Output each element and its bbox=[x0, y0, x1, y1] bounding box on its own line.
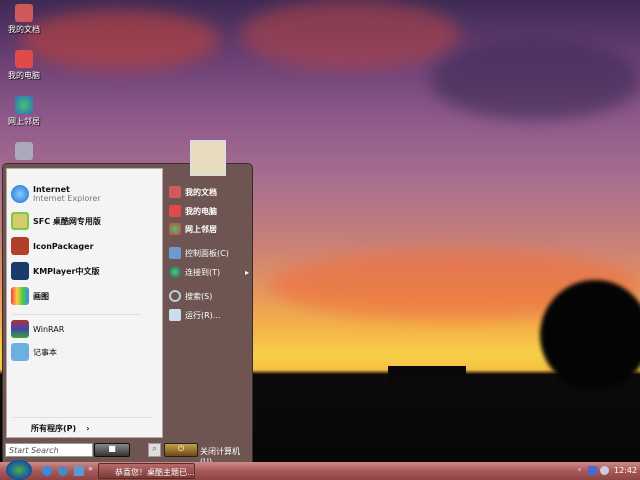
network-tray-icon[interactable] bbox=[588, 466, 597, 475]
label: 所有程序(P) bbox=[31, 424, 77, 433]
menu-item-iconpackager[interactable]: IconPackager bbox=[11, 237, 94, 255]
ie-icon bbox=[11, 185, 29, 203]
label: 画图 bbox=[33, 291, 49, 301]
label: 连接到(T) bbox=[185, 267, 221, 277]
quicklaunch-overflow-icon[interactable]: » bbox=[88, 464, 93, 473]
menu-item-internet[interactable]: Internet Internet Explorer bbox=[11, 185, 101, 203]
menu-item-winrar[interactable]: WinRAR bbox=[11, 320, 64, 338]
menu-right-network[interactable]: 网上邻居 bbox=[169, 223, 217, 235]
start-button[interactable] bbox=[6, 460, 32, 480]
taskbar-window-button[interactable]: 恭喜您！桌酷主题已... bbox=[98, 463, 195, 479]
start-menu: Internet Internet Explorer SFC 桌酷网专用版 Ico… bbox=[2, 163, 253, 466]
menu-right-search[interactable]: 搜索(S) bbox=[169, 290, 212, 302]
sfc-icon bbox=[11, 212, 29, 230]
start-search-input[interactable]: Start Search bbox=[5, 443, 93, 457]
iconpackager-icon bbox=[11, 237, 29, 255]
menu-right-run[interactable]: 运行(R)... bbox=[169, 309, 220, 321]
run-icon bbox=[169, 309, 181, 321]
user-avatar[interactable] bbox=[190, 140, 226, 176]
label: 搜索(S) bbox=[185, 291, 213, 301]
lock-button[interactable]: ■ bbox=[94, 443, 130, 457]
label: 我的电脑 bbox=[8, 71, 40, 80]
desktop-icon-network[interactable]: 网上邻居 bbox=[2, 96, 46, 127]
all-programs-button[interactable]: 所有程序(P) › bbox=[31, 423, 89, 434]
desktop-quicklaunch-icon[interactable] bbox=[74, 466, 84, 476]
sublabel: Internet Explorer bbox=[33, 194, 101, 203]
network-icon bbox=[15, 96, 33, 114]
clock[interactable]: 12:42 bbox=[614, 466, 637, 475]
search-icon bbox=[169, 290, 181, 302]
menu-right-my-computer[interactable]: 我的电脑 bbox=[169, 205, 217, 217]
divider bbox=[13, 417, 153, 418]
label: 网上邻居 bbox=[185, 224, 217, 234]
label: Internet bbox=[33, 185, 70, 194]
network-icon bbox=[169, 223, 181, 235]
notepad-icon bbox=[11, 343, 29, 361]
documents-icon bbox=[169, 186, 181, 198]
label: 我的电脑 bbox=[185, 206, 217, 216]
cloud bbox=[240, 0, 460, 70]
winrar-icon bbox=[11, 320, 29, 338]
cloud bbox=[430, 40, 640, 120]
menu-right-control-panel[interactable]: 控制面板(C) bbox=[169, 247, 229, 259]
arrow-right-icon: › bbox=[86, 424, 90, 433]
label: 记事本 bbox=[33, 347, 57, 357]
search-icon: ⌕ bbox=[152, 444, 157, 453]
placeholder: Start Search bbox=[9, 446, 59, 455]
documents-icon bbox=[15, 4, 33, 22]
label: 网上邻居 bbox=[8, 117, 40, 126]
menu-item-notepad[interactable]: 记事本 bbox=[11, 343, 57, 361]
tray-expand-icon[interactable]: ‹ bbox=[578, 465, 581, 474]
menu-right-my-documents[interactable]: 我的文档 bbox=[169, 186, 217, 198]
cloud bbox=[20, 10, 220, 70]
label: 恭喜您！桌酷主题已... bbox=[115, 468, 195, 477]
kmplayer-icon bbox=[11, 262, 29, 280]
volume-tray-icon[interactable] bbox=[600, 466, 609, 475]
power-button[interactable]: ⏻ bbox=[164, 443, 198, 457]
house-silhouette bbox=[388, 366, 466, 382]
ie-quicklaunch-icon[interactable] bbox=[42, 466, 52, 476]
recycle-bin-icon bbox=[15, 142, 33, 160]
menu-right-connect-to[interactable]: 连接到(T) ▸ bbox=[169, 266, 249, 278]
label: WinRAR bbox=[33, 324, 65, 334]
search-button[interactable]: ⌕ bbox=[148, 443, 161, 457]
label: 控制面板(C) bbox=[185, 248, 229, 258]
lock-icon: ■ bbox=[108, 444, 116, 453]
desktop-icon-my-computer[interactable]: 我的电脑 bbox=[2, 50, 46, 81]
menu-item-paint[interactable]: 画图 bbox=[11, 287, 49, 305]
desktop-icon-recycle-bin[interactable] bbox=[2, 142, 46, 162]
label: KMPlayer中文版 bbox=[33, 266, 100, 276]
label: 我的文档 bbox=[185, 187, 217, 197]
globe-icon bbox=[169, 266, 181, 278]
computer-icon bbox=[169, 205, 181, 217]
label: 运行(R)... bbox=[185, 310, 221, 320]
menu-item-kmplayer[interactable]: KMPlayer中文版 bbox=[11, 262, 100, 280]
taskbar: » 恭喜您！桌酷主题已... ‹ 12:42 bbox=[0, 460, 640, 480]
label: SFC 桌酷网专用版 bbox=[33, 216, 101, 226]
control-panel-icon bbox=[169, 247, 181, 259]
programs-panel: Internet Internet Explorer SFC 桌酷网专用版 Ico… bbox=[6, 168, 163, 438]
power-icon: ⏻ bbox=[177, 444, 185, 453]
desktop-icon-my-documents[interactable]: 我的文档 bbox=[2, 4, 46, 35]
browser-quicklaunch-icon[interactable] bbox=[58, 466, 68, 476]
menu-item-sfc[interactable]: SFC 桌酷网专用版 bbox=[11, 212, 101, 230]
label: 我的文档 bbox=[8, 25, 40, 34]
divider bbox=[13, 314, 141, 315]
tree-silhouette bbox=[540, 280, 640, 390]
paint-icon bbox=[11, 287, 29, 305]
arrow-right-icon: ▸ bbox=[244, 267, 249, 277]
label: IconPackager bbox=[33, 241, 94, 251]
computer-icon bbox=[15, 50, 33, 68]
